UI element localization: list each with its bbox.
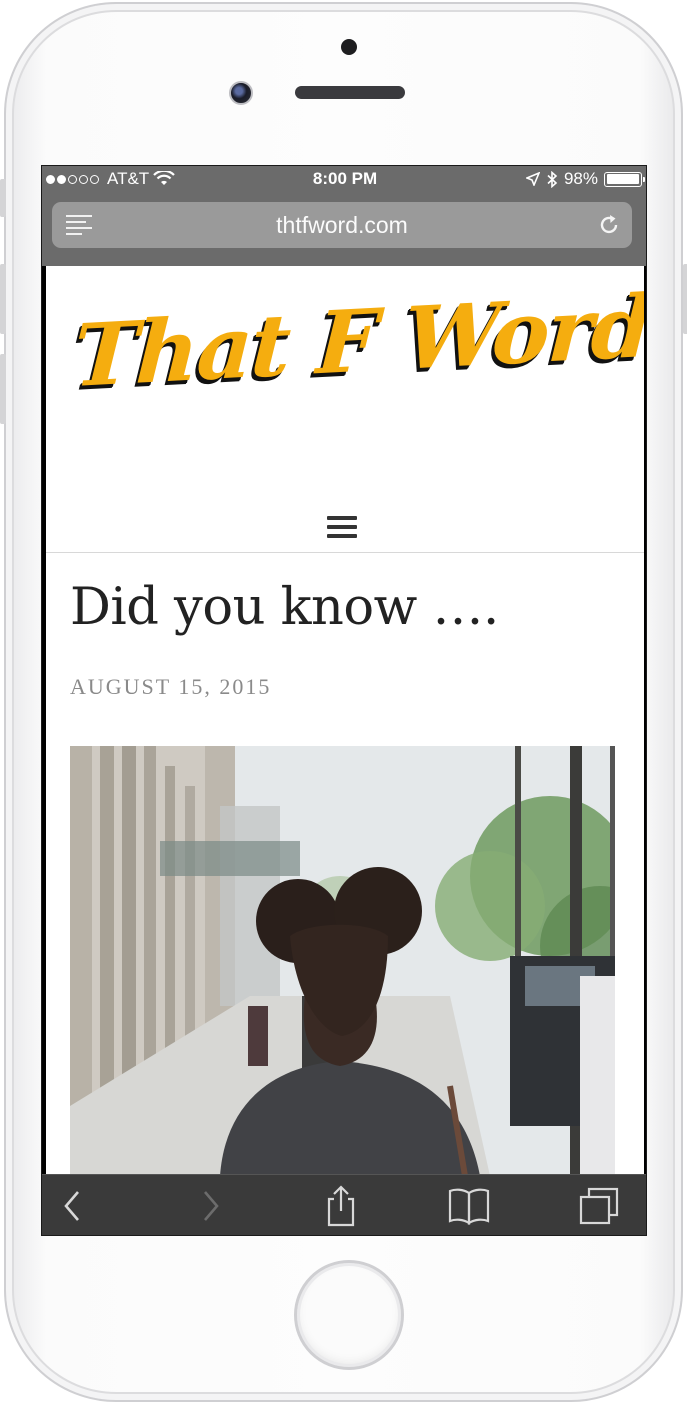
hamburger-menu-icon[interactable]: [327, 516, 357, 540]
tabs-icon[interactable]: [577, 1185, 621, 1227]
web-page-content: That F Word Did you know …. AUGUST 15, 2…: [46, 266, 644, 1176]
post-date: AUGUST 15, 2015: [70, 674, 272, 699]
volume-up-button: [0, 264, 6, 334]
home-button[interactable]: [294, 1260, 404, 1370]
header-divider: [46, 552, 644, 553]
browser-top-chrome: AT&T 8:00 PM 98% thtfword.com: [42, 166, 646, 266]
share-icon[interactable]: [319, 1185, 363, 1227]
chevron-left-icon[interactable]: [52, 1185, 96, 1227]
chevron-right-icon[interactable]: [187, 1185, 231, 1227]
post-title[interactable]: Did you know ….: [70, 578, 499, 637]
book-icon[interactable]: [447, 1185, 491, 1227]
bluetooth-icon: [547, 170, 558, 188]
location-arrow-icon: [525, 172, 540, 186]
power-button: [683, 264, 687, 334]
earpiece-speaker: [295, 86, 405, 99]
mute-switch: [0, 179, 6, 217]
site-logo[interactable]: That F Word: [71, 276, 644, 407]
status-bar: AT&T 8:00 PM 98%: [42, 166, 646, 192]
volume-down-button: [0, 354, 6, 424]
battery-icon: [604, 171, 645, 187]
post-featured-image[interactable]: [70, 746, 615, 1176]
status-right: 98%: [525, 169, 645, 189]
proximity-sensor: [341, 39, 357, 55]
screen: AT&T 8:00 PM 98% thtfword.com That F Wor…: [41, 165, 647, 1236]
reload-icon[interactable]: [596, 212, 622, 238]
street-photo: [70, 746, 615, 1176]
battery-percent: 98%: [563, 169, 598, 188]
front-camera: [229, 81, 253, 105]
url-text[interactable]: thtfword.com: [52, 212, 632, 239]
browser-toolbar: [42, 1174, 646, 1235]
address-bar[interactable]: thtfword.com: [52, 202, 632, 248]
